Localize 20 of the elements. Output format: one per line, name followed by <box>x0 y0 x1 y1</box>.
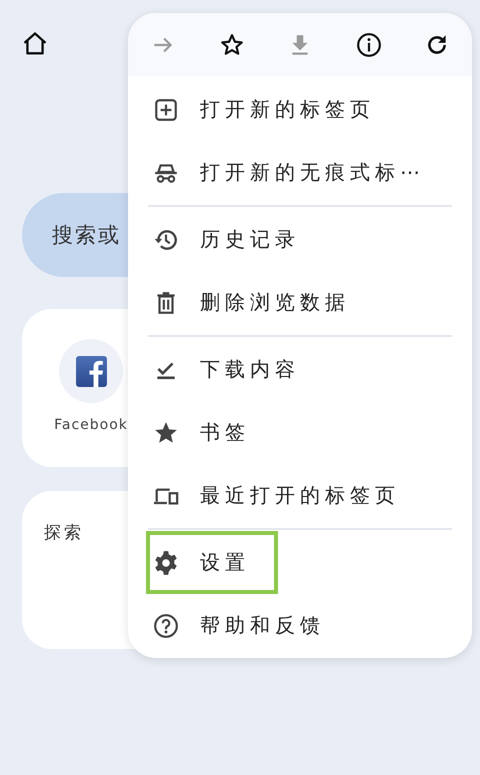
menu-item[interactable]: 历史记录 <box>146 208 328 271</box>
menu-item[interactable]: 删除浏览数据 <box>146 271 378 334</box>
menu-item[interactable]: 最近打开的标签页 <box>146 464 428 527</box>
menu-item[interactable]: 帮助和反馈 <box>146 594 353 657</box>
menu-item[interactable]: 下载内容 <box>146 338 328 401</box>
settings-icon <box>153 550 179 576</box>
search-field[interactable]: 搜索或 <box>22 193 128 277</box>
shortcut-label: Facebook <box>54 417 128 433</box>
explore-title: 探索 <box>44 523 84 543</box>
menu-item[interactable]: 设置 <box>146 531 278 594</box>
menu-item[interactable]: 书签 <box>146 401 278 464</box>
search-placeholder: 搜索或 <box>52 222 121 249</box>
app-icon <box>74 354 108 388</box>
menu-item[interactable]: 打开新的标签页 <box>146 78 403 141</box>
star-icon <box>153 420 179 446</box>
help-icon <box>153 612 179 638</box>
info-icon <box>356 32 382 58</box>
star-icon <box>218 32 244 58</box>
plus-square-icon <box>153 96 179 122</box>
menu-item[interactable]: 打开新的无痕式标⋯ <box>146 141 453 204</box>
